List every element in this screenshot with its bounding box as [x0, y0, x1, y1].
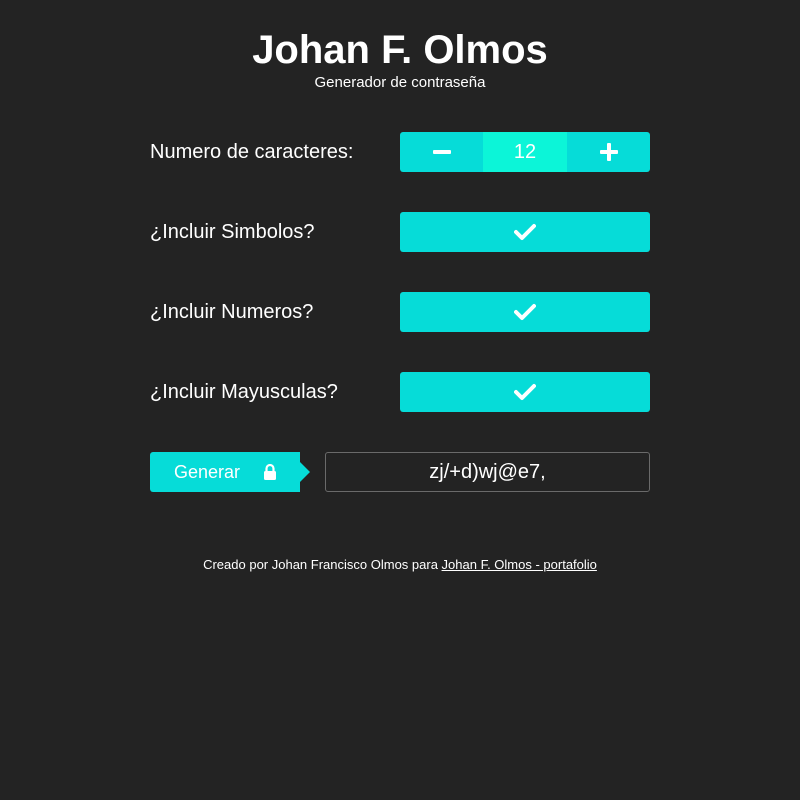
generate-button[interactable]: Generar — [150, 452, 300, 492]
symbols-label: ¿Incluir Simbolos? — [150, 221, 315, 243]
symbols-toggle[interactable] — [400, 212, 650, 252]
symbols-row: ¿Incluir Simbolos? — [150, 212, 650, 252]
generate-button-label: Generar — [174, 461, 241, 482]
numbers-row: ¿Incluir Numeros? — [150, 292, 650, 332]
generate-button-arrow — [300, 462, 310, 482]
page-subtitle: Generador de contraseña — [314, 74, 486, 91]
footer: Creado por Johan Francisco Olmos para Jo… — [0, 556, 800, 574]
header: Johan F. Olmos Generador de contraseña — [0, 28, 800, 92]
symbols-toggle-face[interactable] — [400, 212, 650, 252]
minus-icon — [432, 150, 451, 154]
decrease-button[interactable] — [400, 132, 483, 172]
password-output[interactable]: zj/+d)wj@e7, — [325, 452, 650, 492]
uppercase-label: ¿Incluir Mayusculas? — [150, 381, 338, 403]
length-row: Numero de caracteres: 12 — [150, 132, 650, 172]
check-icon — [514, 304, 536, 320]
generate-row: Generar zj/+d)wj@e7, — [150, 452, 650, 492]
lock-icon — [264, 464, 276, 480]
plus-icon — [599, 143, 618, 161]
increase-button[interactable] — [567, 132, 650, 172]
page: Johan F. Olmos Generador de contraseña N… — [0, 0, 800, 800]
length-value: 12 — [483, 132, 567, 172]
check-icon — [514, 224, 536, 240]
page-title: Johan F. Olmos — [252, 28, 548, 72]
length-stepper: 12 — [400, 132, 650, 172]
uppercase-toggle[interactable] — [400, 372, 650, 412]
numbers-label: ¿Incluir Numeros? — [150, 301, 314, 323]
numbers-toggle[interactable] — [400, 292, 650, 332]
uppercase-toggle-face[interactable] — [400, 372, 650, 412]
check-icon — [514, 384, 536, 400]
footer-text: Creado por Johan Francisco Olmos para — [203, 557, 442, 572]
uppercase-row: ¿Incluir Mayusculas? — [150, 372, 650, 412]
length-label: Numero de caracteres: — [150, 141, 354, 163]
numbers-toggle-face[interactable] — [400, 292, 650, 332]
portfolio-link[interactable]: Johan F. Olmos - portafolio — [442, 557, 597, 572]
